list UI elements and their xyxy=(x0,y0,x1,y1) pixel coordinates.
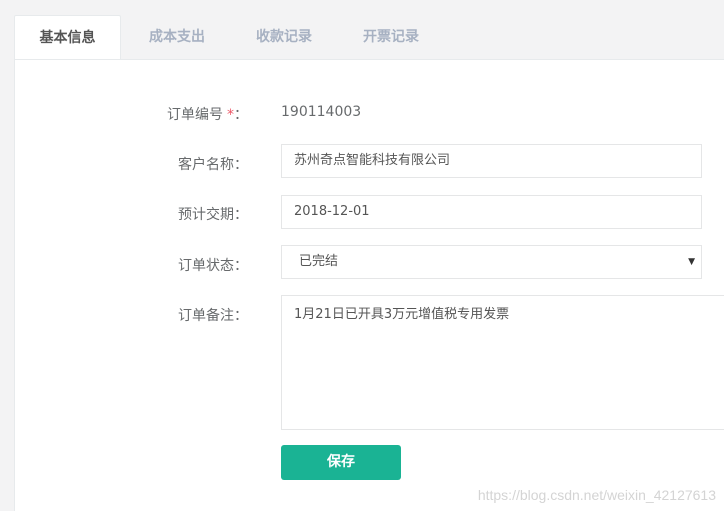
tab-bar: 基本信息 成本支出 收款记录 开票记录 xyxy=(0,0,724,60)
order-no-label: 订单编号 *： xyxy=(167,107,248,123)
watermark: https://blog.csdn.net/weixin_42127613 xyxy=(477,487,716,503)
tab-basic-info[interactable]: 基本信息 xyxy=(14,15,121,60)
save-button[interactable]: 保存 xyxy=(281,445,401,480)
required-mark: * xyxy=(227,107,234,123)
delivery-date-input[interactable]: 2018-12-01 xyxy=(281,195,702,229)
order-no-value: 190114003 xyxy=(281,104,362,120)
tab-payment-records[interactable]: 收款记录 xyxy=(232,15,336,59)
tab-invoice-records[interactable]: 开票记录 xyxy=(339,15,443,59)
tab-cost-expense[interactable]: 成本支出 xyxy=(125,15,229,59)
remark-textarea[interactable]: 1月21日已开具3万元增值税专用发票 xyxy=(281,295,724,430)
status-label: 订单状态： xyxy=(178,258,248,274)
status-select[interactable]: 已完结 ▼ xyxy=(281,245,702,279)
remark-label: 订单备注： xyxy=(178,308,248,324)
delivery-date-label: 预计交期： xyxy=(178,207,248,223)
customer-label: 客户名称： xyxy=(178,157,248,173)
status-value: 已完结 xyxy=(299,254,339,269)
customer-input[interactable]: 苏州奇点智能科技有限公司 xyxy=(281,144,702,178)
form-panel: 订单编号 *： 190114003 客户名称： 苏州奇点智能科技有限公司 预计交期… xyxy=(14,59,724,511)
chevron-down-icon: ▼ xyxy=(688,257,695,267)
